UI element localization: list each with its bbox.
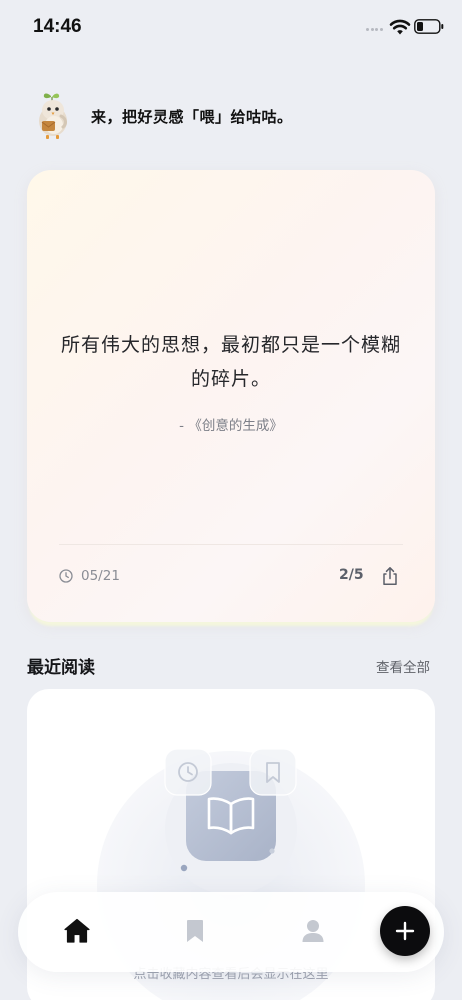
app-screen: 14:46 来，把好灵感「喂」给咕咕。 所有伟大的思想，最初都只是一个模糊的碎片… (0, 0, 462, 1000)
add-button[interactable] (380, 906, 430, 956)
status-time: 14:46 (33, 16, 82, 37)
home-icon[interactable] (62, 916, 92, 946)
signal-dots-icon (366, 28, 386, 34)
clock-icon (59, 569, 73, 583)
bird-mascot-icon (39, 93, 67, 139)
recent-reading-title: 最近阅读 (27, 658, 95, 678)
battery-icon (414, 19, 444, 34)
bottom-tab-bar (18, 892, 444, 972)
greeting-text: 来，把好灵感「喂」给咕咕。 (91, 108, 293, 126)
profile-icon[interactable] (298, 916, 328, 946)
share-icon[interactable] (381, 566, 399, 586)
decor-dot (180, 864, 188, 872)
status-bar: 14:46 (0, 0, 462, 54)
quote-source: - 《创意的生成》 (179, 418, 283, 434)
bookmark-icon[interactable] (180, 916, 210, 946)
quote-card[interactable]: 所有伟大的思想，最初都只是一个模糊的碎片。 - 《创意的生成》 05/21 2/… (27, 170, 435, 622)
quote-text: 所有伟大的思想，最初都只是一个模糊的碎片。 (60, 334, 401, 390)
quote-page-indicator: 2/5 (339, 567, 364, 583)
plus-icon (395, 921, 415, 941)
decor-dot (269, 848, 275, 854)
wifi-icon (389, 19, 411, 35)
quote-date: 05/21 (81, 568, 120, 584)
quote-card-footer: 05/21 2/5 (59, 566, 403, 588)
view-all-link[interactable]: 查看全部 (376, 656, 430, 676)
quote-divider (59, 544, 403, 545)
greeting-row: 来，把好灵感「喂」给咕咕。 (33, 92, 433, 142)
bookmark-tile (249, 748, 297, 796)
